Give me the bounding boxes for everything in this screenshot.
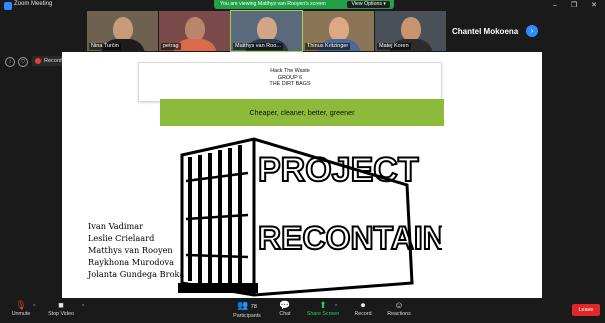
share-screen-label: Share Screen bbox=[306, 311, 340, 317]
team-member: Raykhona Murodova bbox=[88, 257, 174, 267]
participant-name: petrag bbox=[161, 43, 181, 50]
view-options-button[interactable]: View Options ▾ bbox=[347, 1, 390, 8]
reactions-label: Reactions bbox=[387, 311, 411, 317]
chevron-right-icon[interactable]: › bbox=[526, 25, 538, 37]
viewing-banner: You are viewing Matthys van Rooyen's scr… bbox=[214, 0, 394, 9]
logo-word-recontain: RECONTAIN bbox=[258, 220, 442, 256]
participant-name: Matthys van Roo... bbox=[233, 43, 283, 50]
person-head bbox=[113, 17, 133, 41]
share-options-caret-icon[interactable]: ^ bbox=[335, 304, 337, 310]
team-member: Leslie Crielaard bbox=[88, 233, 155, 243]
person-head bbox=[329, 17, 349, 41]
participant-name: Thinus Kritzinger bbox=[305, 43, 351, 50]
share-screen-button[interactable]: ⬆ Share Screen bbox=[302, 300, 344, 322]
close-button[interactable]: ✕ bbox=[587, 0, 601, 11]
participants-button[interactable]: 👥 78 Participants bbox=[226, 300, 268, 322]
chat-button[interactable]: 💬 Chat bbox=[264, 300, 306, 322]
participant-video[interactable]: Matthys van Roo... bbox=[230, 10, 303, 52]
person-head bbox=[401, 17, 421, 41]
share-screen-icon: ⬆ bbox=[319, 300, 327, 310]
participant-name: Matej Koren bbox=[377, 43, 411, 50]
participants-icon: 👥 78 bbox=[237, 300, 257, 310]
slide-header-line: THE DIRT BAGS bbox=[269, 81, 311, 87]
slide-header-box: Hack The Waste GROUP 6 THE DIRT BAGS bbox=[138, 62, 442, 102]
audio-options-caret-icon[interactable]: ^ bbox=[33, 304, 35, 310]
record-dot-icon bbox=[35, 58, 41, 64]
shield-icon[interactable]: ⛉ bbox=[18, 57, 28, 67]
team-member: Matthys van Rooyen bbox=[88, 245, 173, 255]
unmute-label: Unmute bbox=[11, 311, 31, 317]
person-head bbox=[185, 17, 205, 41]
participant-name: Nina Turčin bbox=[89, 43, 121, 50]
maximize-button[interactable]: ❐ bbox=[567, 0, 581, 11]
stop-video-label: Stop Video bbox=[48, 311, 74, 317]
reactions-button[interactable]: ☺ Reactions bbox=[378, 300, 420, 322]
viewing-banner-text: You are viewing Matthys van Rooyen's scr… bbox=[220, 1, 326, 7]
zoom-logo-icon bbox=[4, 2, 12, 10]
team-member: Jolanta Gundega Broka bbox=[88, 269, 185, 279]
minimize-button[interactable]: – bbox=[548, 0, 562, 11]
window-title: Zoom Meeting bbox=[14, 1, 53, 7]
muted-microphone-icon: 🎙 bbox=[15, 300, 27, 310]
participant-video[interactable]: petrag bbox=[159, 11, 230, 51]
participants-count: 78 bbox=[250, 304, 257, 310]
info-icon[interactable]: i bbox=[5, 57, 15, 67]
stop-video-button[interactable]: ■ Stop Video bbox=[40, 300, 82, 322]
participant-video[interactable]: Matej Koren bbox=[375, 11, 446, 51]
person-head bbox=[257, 17, 277, 41]
shared-screen: Hack The Waste GROUP 6 THE DIRT BAGS Che… bbox=[62, 52, 542, 298]
video-camera-icon: ■ bbox=[58, 300, 64, 310]
slide-tagline: Cheaper, cleaner, better, greener bbox=[160, 99, 444, 126]
unmute-button[interactable]: 🎙 Unmute bbox=[0, 300, 42, 322]
chat-label: Chat bbox=[279, 311, 291, 317]
logo-word-project: PROJECT bbox=[258, 151, 419, 189]
team-member-list: Ivan Vadimar Leslie Crielaard Matthys va… bbox=[88, 220, 184, 280]
video-options-caret-icon[interactable]: ^ bbox=[82, 304, 84, 310]
project-recontain-logo: PROJECT RECONTAIN bbox=[178, 137, 442, 297]
participants-label: Participants bbox=[233, 313, 261, 319]
smiley-plus-icon: ☺ bbox=[394, 300, 404, 310]
participant-video[interactable]: Thinus Kritzinger bbox=[303, 11, 374, 51]
active-speaker-name: Chantel Mokoena bbox=[452, 27, 519, 36]
participant-video[interactable]: Nina Turčin bbox=[87, 11, 158, 51]
chat-bubble-icon: 💬 bbox=[279, 300, 291, 310]
leave-button[interactable]: Leave bbox=[572, 304, 600, 316]
team-member: Ivan Vadimar bbox=[88, 221, 144, 231]
